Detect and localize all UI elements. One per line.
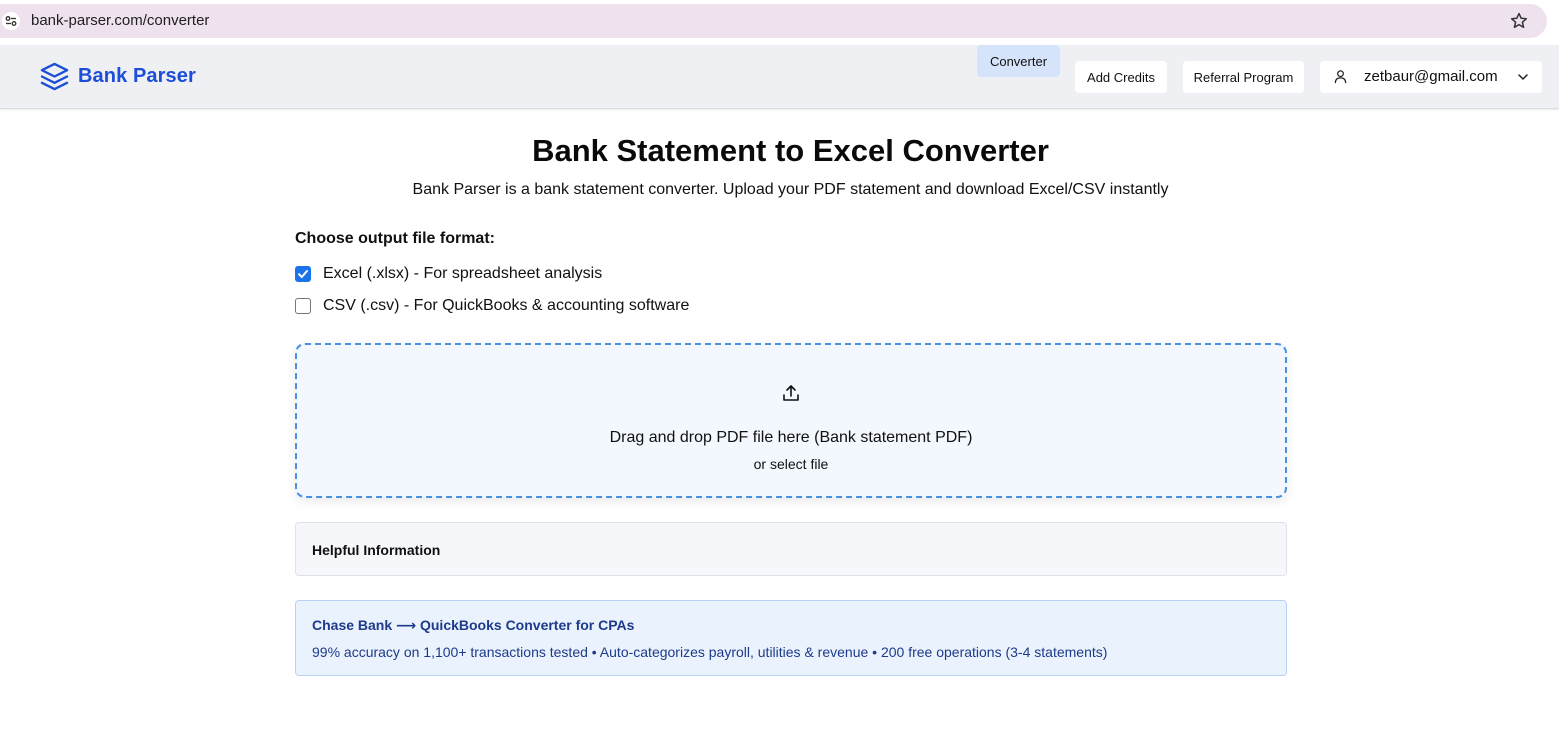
user-icon: [1334, 70, 1347, 84]
nav-converter-button[interactable]: Converter: [977, 45, 1060, 77]
excel-checkbox[interactable]: [295, 266, 311, 282]
promo-banner: Chase Bank ⟶ QuickBooks Converter for CP…: [295, 600, 1287, 676]
user-menu-dropdown[interactable]: zetbaur@gmail.com: [1320, 61, 1542, 93]
layers-icon: [40, 62, 69, 91]
nav-referral-program-button[interactable]: Referral Program: [1183, 61, 1304, 93]
browser-bar: bank-parser.com/converter: [0, 0, 1559, 44]
upload-icon: [783, 385, 799, 401]
nav-add-credits-button[interactable]: Add Credits: [1075, 61, 1167, 93]
app-header: Bank Parser Converter Add Credits Referr…: [0, 45, 1559, 109]
site-settings-icon[interactable]: [2, 12, 20, 30]
helpful-information-title[interactable]: Helpful Information: [312, 542, 440, 558]
promo-text: 99% accuracy on 1,100+ transactions test…: [312, 644, 1108, 660]
excel-option-label[interactable]: Excel (.xlsx) - For spreadsheet analysis: [323, 265, 602, 283]
page-subtitle: Bank Parser is a bank statement converte…: [412, 181, 1169, 198]
brand-logo-link[interactable]: Bank Parser: [39, 61, 196, 92]
select-file-link[interactable]: or select file: [297, 456, 1285, 472]
file-dropzone[interactable]: Drag and drop PDF file here (Bank statem…: [295, 343, 1287, 498]
checkmark-icon: [298, 270, 308, 278]
brand-name: Bank Parser: [78, 65, 196, 87]
page-title: Bank Statement to Excel Converter: [532, 133, 1049, 168]
format-option-csv[interactable]: CSV (.csv) - For QuickBooks & accounting…: [295, 296, 689, 316]
dropzone-primary-text: Drag and drop PDF file here (Bank statem…: [609, 429, 973, 446]
csv-checkbox[interactable]: [295, 298, 311, 314]
format-option-excel[interactable]: Excel (.xlsx) - For spreadsheet analysis: [295, 264, 602, 284]
chevron-down-icon: [1518, 74, 1528, 80]
helpful-information-accordion[interactable]: Helpful Information: [295, 522, 1287, 576]
promo-title: Chase Bank ⟶ QuickBooks Converter for CP…: [312, 617, 635, 633]
bookmark-star-icon[interactable]: [1509, 11, 1529, 31]
csv-option-label[interactable]: CSV (.csv) - For QuickBooks & accounting…: [323, 297, 689, 315]
address-bar[interactable]: bank-parser.com/converter: [0, 4, 1547, 38]
format-heading: Choose output file format:: [295, 230, 495, 247]
user-email: zetbaur@gmail.com: [1364, 68, 1498, 85]
url-text[interactable]: bank-parser.com/converter: [31, 12, 209, 30]
